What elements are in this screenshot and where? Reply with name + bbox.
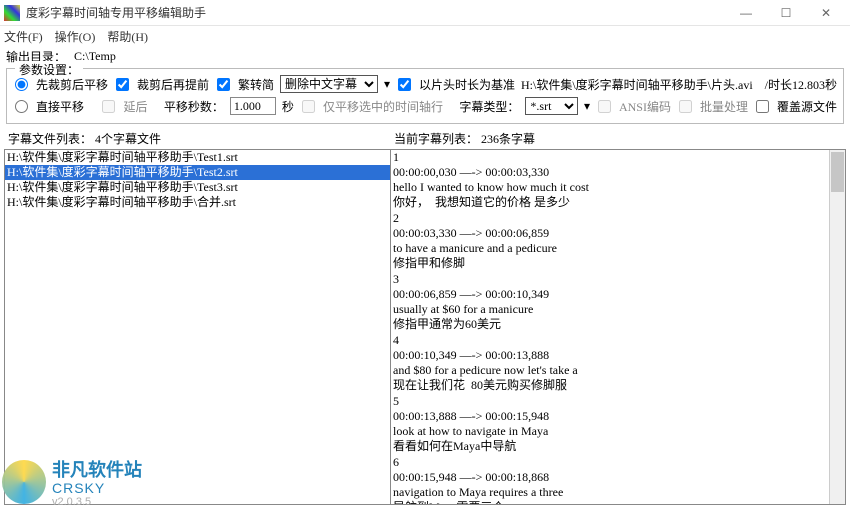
subtitle-entry[interactable]: 4 00:00:10,349 —-> 00:00:13,888 and $80 … — [393, 333, 843, 393]
file-item[interactable]: H:\软件集\度彩字幕时间轴平移助手\Test1.srt — [5, 150, 390, 165]
chk-crop-extract[interactable] — [116, 78, 129, 91]
file-list-pane[interactable]: H:\软件集\度彩字幕时间轴平移助手\Test1.srtH:\软件集\度彩字幕时… — [5, 150, 391, 504]
chk-batch — [679, 100, 692, 113]
radio-direct-shift[interactable] — [15, 100, 28, 113]
chk-ansi — [598, 100, 611, 113]
watermark-en: CRSKY — [52, 480, 142, 496]
label-overwrite[interactable]: 覆盖源文件 — [777, 98, 837, 115]
menu-help[interactable]: 帮助(H) — [107, 28, 148, 45]
subtitle-list-pane[interactable]: 1 00:00:00,030 —-> 00:00:03,330 hello I … — [391, 150, 845, 504]
label-delay: 延后 — [123, 98, 147, 115]
titlebar: 度彩字幕时间轴专用平移编辑助手 — ☐ ✕ — [0, 0, 850, 26]
chk-delay — [102, 100, 115, 113]
params-legend: 参数设置： — [15, 61, 83, 78]
subtitle-entry[interactable]: 1 00:00:00,030 —-> 00:00:03,330 hello I … — [393, 150, 843, 210]
label-shift-seconds: 平移秒数： — [164, 98, 224, 115]
label-trad-to-simp[interactable]: 繁转简 — [238, 76, 274, 93]
watermark: 非凡软件站 CRSKY v2.0.3.5 — [2, 456, 142, 508]
filelist-header: 字幕文件列表： 4个字幕文件 — [8, 130, 394, 147]
subtitle-entry[interactable]: 2 00:00:03,330 —-> 00:00:06,859 to have … — [393, 211, 843, 271]
scrollbar[interactable] — [829, 150, 845, 504]
label-batch: 批量处理 — [700, 98, 748, 115]
maximize-button[interactable]: ☐ — [766, 1, 806, 25]
watermark-cn: 非凡软件站 — [52, 456, 142, 482]
label-seconds-unit: 秒 — [282, 98, 294, 115]
label-ansi: ANSI编码 — [619, 98, 671, 115]
clip-duration: /时长12.803秒 — [765, 76, 837, 93]
output-dir-row: 输出目录： C:\Temp — [0, 46, 850, 66]
chk-trad-to-simp[interactable] — [217, 78, 230, 91]
dd-delete-chinese[interactable]: 删除中文字幕 — [280, 75, 378, 93]
list-headers: 字幕文件列表： 4个字幕文件 当前字幕列表： 236条字幕 — [0, 126, 850, 149]
label-direct-shift[interactable]: 直接平移 — [36, 98, 84, 115]
app-icon — [4, 5, 20, 21]
dropdown-icon-2: ▾ — [584, 99, 590, 114]
dropdown-icon: ▾ — [384, 77, 390, 92]
close-button[interactable]: ✕ — [806, 1, 846, 25]
menu-file[interactable]: 文件(F) — [4, 28, 43, 45]
file-item[interactable]: H:\软件集\度彩字幕时间轴平移助手\Test3.srt — [5, 180, 390, 195]
input-shift-seconds[interactable] — [230, 97, 276, 115]
menu-action[interactable]: 操作(O) — [55, 28, 96, 45]
chk-overwrite[interactable] — [756, 100, 769, 113]
file-item[interactable]: H:\软件集\度彩字幕时间轴平移助手\Test2.srt — [5, 165, 390, 180]
label-subtitle-type: 字幕类型： — [459, 98, 519, 115]
label-crop-then-shift[interactable]: 先裁剪后平移 — [36, 76, 108, 93]
params-row-1: 先裁剪后平移 裁剪后再提前 繁转简 删除中文字幕 ▾ 以片头时长为基准 H:\软… — [13, 73, 837, 95]
dd-subtitle-type[interactable]: *.srt — [525, 97, 578, 115]
label-crop-extract[interactable]: 裁剪后再提前 — [137, 76, 209, 93]
watermark-ver: v2.0.3.5 — [52, 496, 142, 508]
subtitle-entry[interactable]: 6 00:00:15,948 —-> 00:00:18,868 navigati… — [393, 455, 843, 504]
sublist-header: 当前字幕列表： 236条字幕 — [394, 130, 842, 147]
clip-path: H:\软件集\度彩字幕时间轴平移助手\片头.avi — [521, 76, 753, 93]
params-groupbox: 参数设置： 先裁剪后平移 裁剪后再提前 繁转简 删除中文字幕 ▾ 以片头时长为基… — [6, 68, 844, 124]
menubar: 文件(F) 操作(O) 帮助(H) — [0, 26, 850, 46]
params-row-2: 直接平移 延后 平移秒数： 秒 仅平移选中的时间轴行 字幕类型： *.srt ▾… — [13, 95, 837, 117]
file-item[interactable]: H:\软件集\度彩字幕时间轴平移助手\合并.srt — [5, 195, 390, 210]
main-lists: H:\软件集\度彩字幕时间轴平移助手\Test1.srtH:\软件集\度彩字幕时… — [4, 149, 846, 505]
scrollbar-thumb[interactable] — [831, 152, 844, 192]
window-title: 度彩字幕时间轴专用平移编辑助手 — [26, 4, 726, 21]
subtitle-entry[interactable]: 3 00:00:06,859 —-> 00:00:10,349 usually … — [393, 272, 843, 332]
subtitle-entry[interactable]: 5 00:00:13,888 —-> 00:00:15,948 look at … — [393, 394, 843, 454]
label-only-selected: 仅平移选中的时间轴行 — [323, 98, 443, 115]
radio-crop-then-shift[interactable] — [15, 78, 28, 91]
minimize-button[interactable]: — — [726, 1, 766, 25]
chk-use-clip-duration[interactable] — [398, 78, 411, 91]
label-use-clip-duration[interactable]: 以片头时长为基准 — [419, 76, 515, 93]
watermark-logo-icon — [2, 460, 46, 504]
chk-only-selected — [302, 100, 315, 113]
